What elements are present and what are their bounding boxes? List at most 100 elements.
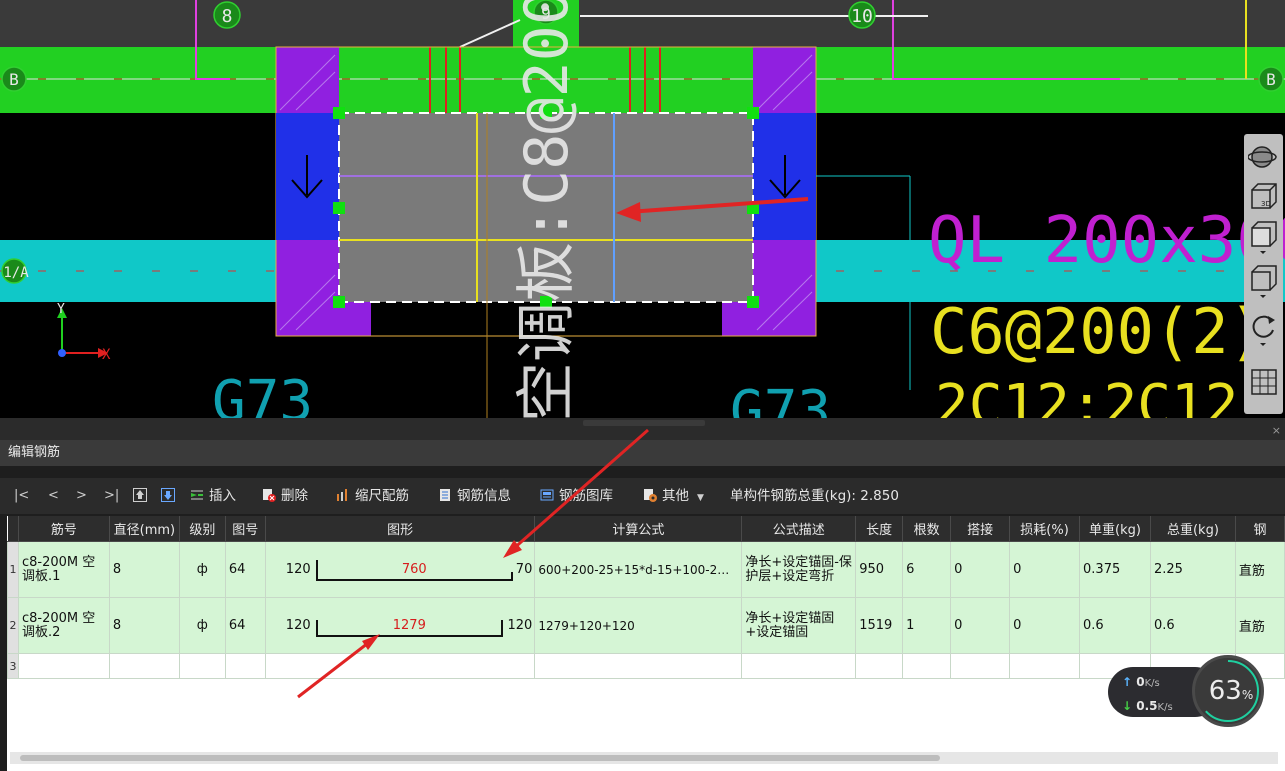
cell-fig-no[interactable]: 64 — [224, 597, 266, 654]
scrollbar-thumb[interactable] — [20, 755, 940, 761]
svg-text:3D: 3D — [1261, 200, 1271, 208]
memory-usage-gauge[interactable]: 63% — [1192, 655, 1264, 727]
scale-rebar-button[interactable]: 缩尺配筋 — [336, 478, 409, 514]
cell-shape[interactable]: 120 760 70 — [264, 541, 536, 598]
download-arrow-icon: ↓ — [1122, 699, 1133, 713]
col-header-shape[interactable]: 图形 — [265, 516, 536, 542]
cell-empty[interactable] — [224, 653, 266, 679]
cell-empty[interactable] — [902, 653, 952, 679]
cell-lap[interactable]: 0 — [950, 541, 1011, 598]
cell-total-weight[interactable]: 0.6 — [1149, 597, 1236, 654]
network-speed-widget[interactable]: ↑ 0K/s ↓ 0.5K/s 63% — [1108, 655, 1264, 727]
usage-percent: 63% — [1195, 658, 1267, 724]
rotate-icon — [1252, 315, 1275, 346]
orbit-view-button[interactable] — [1248, 142, 1279, 180]
cell-name[interactable]: c8-200M 空调板.1 — [17, 541, 110, 598]
move-down-button[interactable] — [161, 478, 180, 514]
col-header-diameter[interactable]: 直径(mm) — [109, 516, 180, 542]
cell-count[interactable]: 6 — [902, 541, 952, 598]
scale-rebar-icon — [337, 489, 347, 501]
insert-button[interactable]: 插入 — [190, 478, 236, 514]
panel-close-button[interactable]: × — [1272, 424, 1281, 437]
col-header-desc[interactable]: 公式描述 — [741, 516, 857, 542]
panel-splitter[interactable]: × — [0, 418, 1285, 440]
cell-formula[interactable]: 600+200-25+15*d-15+100-2… — [534, 541, 743, 598]
rebar-info-button[interactable]: 钢筋信息 — [438, 478, 511, 514]
cell-total-weight[interactable]: 2.25 — [1149, 541, 1236, 598]
cell-unit-weight[interactable]: 0.375 — [1079, 541, 1151, 598]
cell-empty[interactable] — [178, 653, 226, 679]
cell-loss[interactable]: 0 — [1009, 597, 1081, 654]
col-header-extra[interactable]: 钢 — [1235, 516, 1285, 542]
insert-label: 插入 — [209, 488, 236, 504]
total-weight-label: 单构件钢筋总重(kg): — [730, 488, 856, 504]
cell-fig-no[interactable]: 64 — [224, 541, 266, 598]
table-row[interactable]: 2 c8-200M 空调板.2 8 ф 64 120 1279 120 1279… — [7, 597, 1285, 654]
cell-diameter[interactable]: 8 — [108, 541, 180, 598]
col-header-total-weight[interactable]: 总重(kg) — [1150, 516, 1236, 542]
view-front-button[interactable] — [1248, 262, 1279, 300]
col-header-name[interactable]: 筋号 — [18, 516, 110, 542]
cell-empty[interactable] — [855, 653, 904, 679]
nav-next-button[interactable]: > — [76, 478, 87, 514]
col-header-lap[interactable]: 搭接 — [950, 516, 1011, 542]
cell-empty[interactable] — [108, 653, 180, 679]
cell-formula[interactable]: 1279+120+120 — [534, 597, 743, 654]
rebar-shape-figure: 120 760 70 — [266, 543, 534, 597]
rebar-library-label: 钢筋图库 — [559, 488, 613, 504]
axis-label-b-left: B — [9, 70, 19, 89]
move-up-button[interactable] — [133, 478, 152, 514]
col-header-unit-weight[interactable]: 单重(kg) — [1079, 516, 1151, 542]
delete-button[interactable]: 删除 — [262, 478, 308, 514]
cell-loss[interactable]: 0 — [1009, 541, 1081, 598]
rebar-info-label: 钢筋信息 — [457, 488, 511, 504]
cell-empty[interactable] — [534, 653, 743, 679]
axis-y-label: Y — [57, 302, 65, 317]
horizontal-scrollbar[interactable] — [10, 752, 1278, 764]
cell-name[interactable]: c8-200M 空调板.2 — [17, 597, 110, 654]
cell-grade[interactable]: ф — [178, 597, 226, 654]
cad-drawing: 8 9 10 B B 1/A 空调板:C8@200 QL 200x300 C6@… — [0, 0, 1285, 418]
nav-first-button[interactable]: |< — [14, 478, 29, 514]
cell-length[interactable]: 950 — [855, 541, 904, 598]
cell-unit-weight[interactable]: 0.6 — [1079, 597, 1151, 654]
cell-empty[interactable] — [264, 653, 536, 679]
table-row-empty[interactable]: 3 — [7, 653, 1285, 679]
rebar-grid: 筋号 直径(mm) 级别 图号 图形 计算公式 公式描述 长度 根数 搭接 损耗… — [7, 516, 1285, 771]
other-dropdown[interactable]: 其他 ▼ — [643, 478, 704, 514]
nav-prev-button[interactable]: < — [48, 478, 59, 514]
col-header-loss[interactable]: 损耗(%) — [1009, 516, 1081, 542]
col-header-length[interactable]: 长度 — [855, 516, 904, 542]
rebar-library-button[interactable]: 钢筋图库 — [540, 478, 613, 514]
cad-drawing-canvas[interactable]: 8 9 10 B B 1/A 空调板:C8@200 QL 200x300 C6@… — [0, 0, 1285, 418]
cell-desc[interactable]: 净长+设定锚固-保护层+设定弯折 — [741, 541, 857, 598]
col-header-formula[interactable]: 计算公式 — [534, 516, 743, 542]
cell-count[interactable]: 1 — [902, 597, 952, 654]
cell-empty[interactable] — [950, 653, 1011, 679]
col-header-count[interactable]: 根数 — [902, 516, 952, 542]
cell-empty[interactable] — [17, 653, 110, 679]
view-3d-button[interactable]: 3D — [1248, 180, 1279, 218]
cell-empty[interactable] — [741, 653, 857, 679]
view-top-button[interactable] — [1248, 218, 1279, 256]
cell-desc[interactable]: 净长+设定锚固+设定锚固 — [741, 597, 857, 654]
total-weight-value: 2.850 — [860, 488, 899, 504]
rotate-view-button[interactable] — [1248, 310, 1279, 348]
move-up-icon — [133, 488, 147, 502]
layout-view-button[interactable] — [1248, 366, 1279, 404]
splitter-grip[interactable] — [583, 420, 705, 426]
cell-empty[interactable] — [1009, 653, 1081, 679]
cell-shape[interactable]: 120 1279 120 — [264, 597, 536, 654]
cell-extra[interactable]: 直筋 — [1234, 541, 1285, 598]
cube-3d-icon: 3D — [1251, 183, 1277, 209]
cell-diameter[interactable]: 8 — [108, 597, 180, 654]
cell-extra[interactable]: 直筋 — [1234, 597, 1285, 654]
col-header-grade[interactable]: 级别 — [179, 516, 226, 542]
cell-grade[interactable]: ф — [178, 541, 226, 598]
cell-length[interactable]: 1519 — [855, 597, 904, 654]
delete-label: 删除 — [281, 488, 308, 504]
nav-last-button[interactable]: >| — [104, 478, 119, 514]
table-row[interactable]: 1 c8-200M 空调板.1 8 ф 64 120 760 70 600+20… — [7, 541, 1285, 598]
cell-lap[interactable]: 0 — [950, 597, 1011, 654]
col-header-fig-no[interactable]: 图号 — [225, 516, 266, 542]
